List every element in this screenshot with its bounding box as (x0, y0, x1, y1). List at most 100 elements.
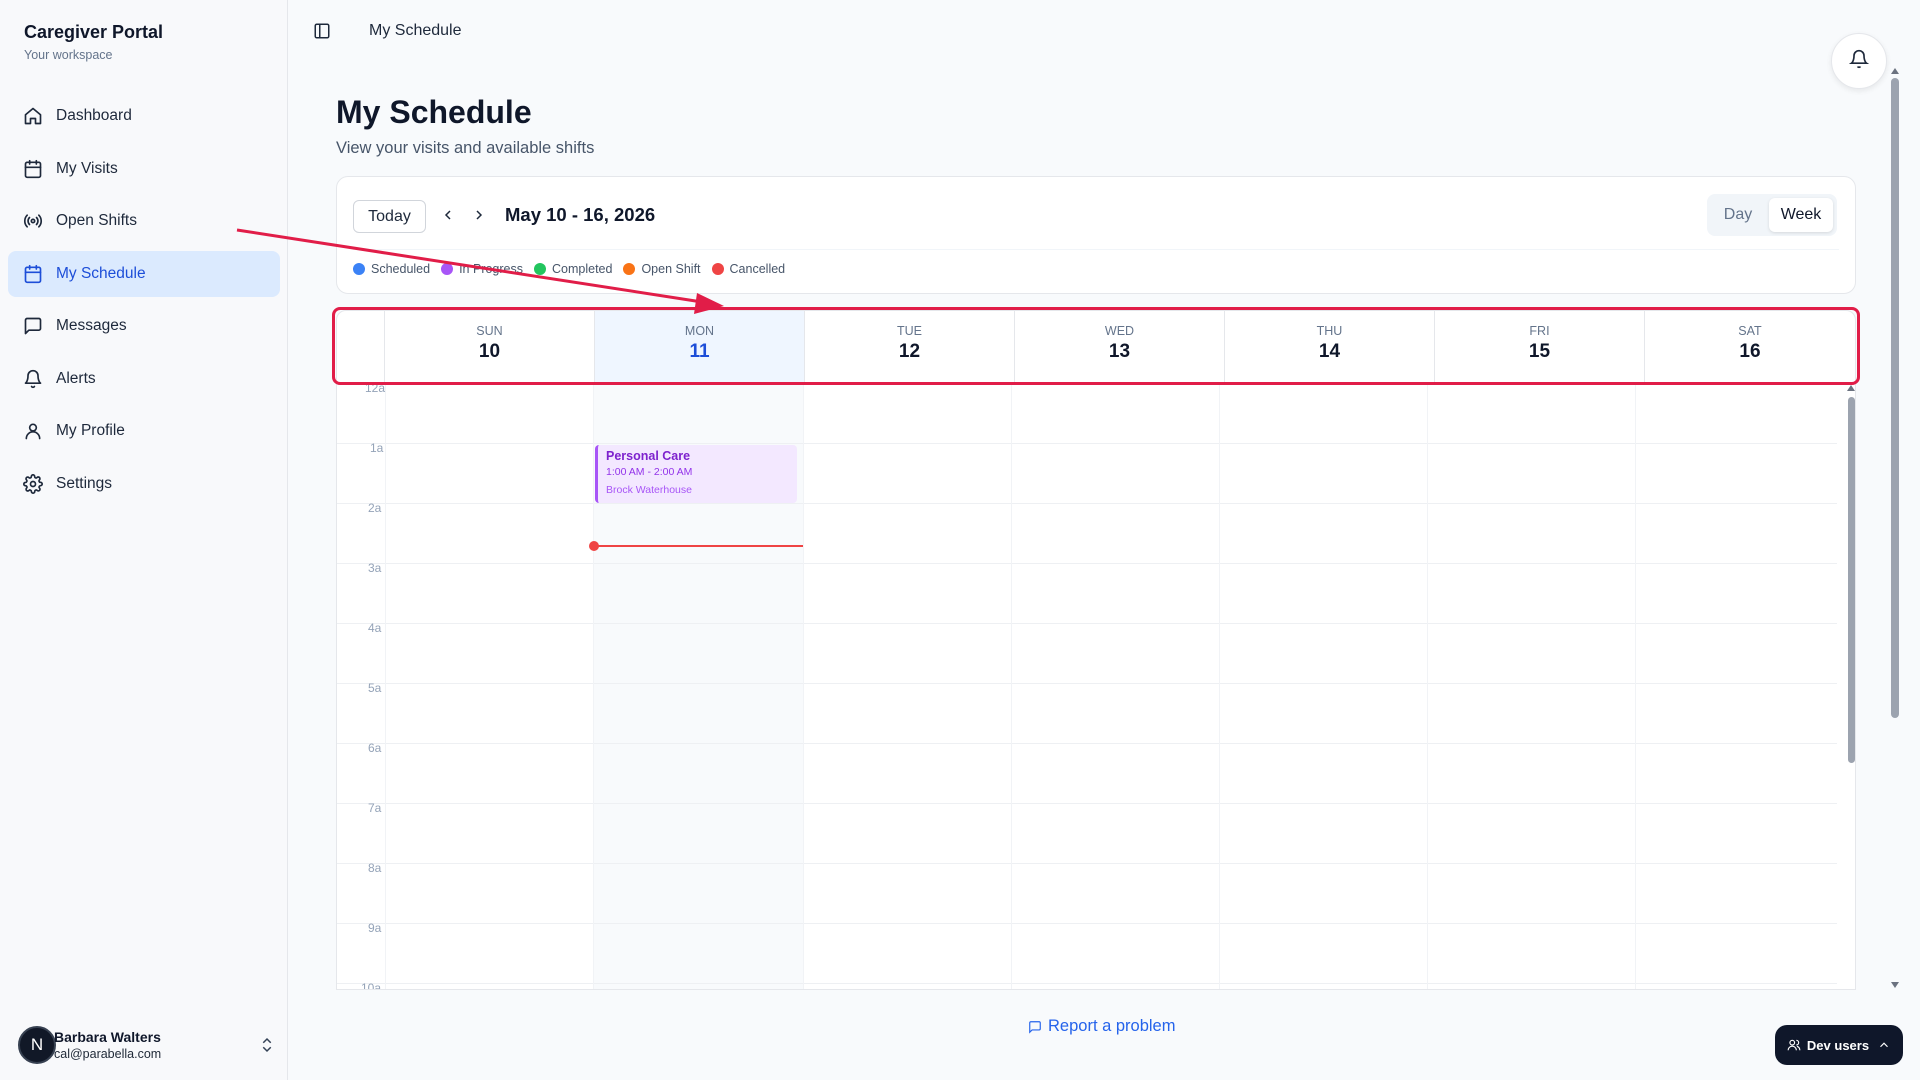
day-of-week: FRI (1529, 324, 1550, 338)
legend-item: Completed (534, 262, 612, 276)
legend-item: Scheduled (353, 262, 430, 276)
column-divider (385, 383, 386, 989)
today-button[interactable]: Today (353, 200, 426, 233)
hour-label: 10a (361, 981, 382, 990)
scroll-up-arrow[interactable] (1847, 385, 1855, 391)
page-subtitle: View your visits and available shifts (336, 139, 595, 157)
day-header-fri[interactable]: FRI 15 (1435, 311, 1645, 383)
brand-title: Caregiver Portal (24, 22, 164, 42)
user-menu[interactable]: N Barbara Walters cal@parabella.com (18, 1023, 276, 1067)
hour-label: 9a (368, 921, 382, 935)
chevron-left-icon (444, 210, 451, 220)
top-bar: My Schedule (289, 0, 1920, 64)
sidebar-item-messages[interactable]: Messages (8, 303, 280, 349)
day-of-week: TUE (897, 324, 922, 338)
hour-row: 4a (337, 621, 1837, 683)
event-title: Personal Care (606, 449, 691, 463)
hour-label: 5a (368, 681, 382, 695)
calendar-scrollbar[interactable] (1846, 383, 1855, 989)
gear-icon (22, 473, 44, 495)
column-divider (803, 383, 804, 989)
hour-row: 2a (337, 501, 1837, 563)
chevron-right-icon (476, 210, 483, 220)
notifications-button[interactable] (1831, 33, 1887, 89)
column-divider (1011, 383, 1012, 989)
day-number: 10 (478, 341, 501, 362)
legend-item: Open Shift (623, 262, 701, 276)
page-scrollbar[interactable] (1888, 64, 1902, 994)
calendar-grid[interactable]: 12a 1a 2a 3a 4a 5a 6a 7a 8a 9a 10a Perso… (337, 381, 1837, 990)
legend-item: In Progress (441, 262, 523, 276)
view-week-button[interactable]: Week (1769, 198, 1833, 232)
users-icon (1787, 1039, 1801, 1051)
scroll-up-arrow[interactable] (1891, 68, 1899, 74)
day-number: 16 (1739, 341, 1761, 362)
day-header-mon[interactable]: MON 11 (595, 311, 805, 383)
day-number: 11 (689, 341, 710, 362)
legend-label: Cancelled (729, 262, 786, 276)
breadcrumb: My Schedule (369, 22, 462, 39)
hour-row: 1a (337, 441, 1837, 503)
bell-icon (1848, 49, 1870, 74)
user-email: cal@parabella.com (54, 1047, 162, 1061)
status-legend: Scheduled In Progress Completed Open Shi… (353, 262, 796, 276)
report-problem-link[interactable]: Report a problem (1028, 1017, 1175, 1036)
scrollbar-thumb[interactable] (1891, 78, 1899, 718)
calendar-header: SUN 10 MON 11 TUE 12 WED 13 THU 14 FRI 15 SAT 1… (337, 311, 1855, 383)
hour-label: 8a (368, 861, 382, 875)
day-of-week: THU (1316, 324, 1343, 338)
scrollbar-thumb[interactable] (1848, 397, 1855, 763)
calendar-icon (22, 158, 44, 180)
calendar-event[interactable]: Personal Care 1:00 AM - 2:00 AM Brock Wa… (595, 445, 797, 503)
sidebar-item-label: My Visits (56, 159, 118, 177)
dev-users-button[interactable]: Dev users (1775, 1025, 1903, 1065)
sidebar-item-label: My Profile (56, 422, 125, 439)
chevron-up-icon (1880, 1042, 1888, 1048)
current-time-indicator (593, 545, 803, 547)
hour-label: 3a (368, 561, 382, 575)
sidebar-item-my-schedule[interactable]: My Schedule (8, 250, 280, 297)
day-header-thu[interactable]: THU 14 (1225, 311, 1435, 383)
legend-label: In Progress (459, 262, 523, 276)
time-gutter-header (337, 311, 385, 383)
next-week-button[interactable] (468, 204, 490, 226)
user-name: Barbara Walters (54, 1029, 161, 1045)
view-day-button[interactable]: Day (1711, 198, 1765, 232)
event-client: Brock Waterhouse (606, 484, 692, 496)
sidebar-item-my-profile[interactable]: My Profile (8, 408, 280, 454)
message-square-icon (1029, 1020, 1041, 1034)
week-calendar: SUN 10 MON 11 TUE 12 WED 13 THU 14 FRI 15 SAT 1… (336, 310, 1856, 990)
day-header-tue[interactable]: TUE 12 (805, 311, 1015, 383)
calendar-controls: Today May 10 - 16, 2026 Day Week Schedul… (336, 176, 1856, 294)
hour-row: 3a (337, 561, 1837, 623)
legend-label: Open Shift (641, 262, 701, 276)
sidebar: Caregiver Portal Your workspace Dashboar… (0, 0, 288, 1080)
prev-week-button[interactable] (437, 204, 459, 226)
column-divider (593, 383, 594, 989)
sidebar-item-my-visits[interactable]: My Visits (8, 146, 280, 192)
hour-row: 8a (337, 861, 1837, 923)
day-header-wed[interactable]: WED 13 (1015, 311, 1225, 383)
legend-item: Cancelled (711, 262, 786, 276)
sidebar-item-label: Open Shifts (56, 212, 137, 229)
hour-row: 9a (337, 921, 1837, 983)
broadcast-icon (22, 210, 44, 232)
day-number: 13 (1108, 341, 1131, 362)
sidebar-item-alerts[interactable]: Alerts (8, 356, 280, 402)
dev-users-label: Dev users (1806, 1037, 1870, 1053)
sidebar-toggle-icon[interactable] (313, 22, 333, 42)
sidebar-item-settings[interactable]: Settings (8, 461, 280, 507)
legend-dot (353, 263, 365, 275)
legend-dot (711, 263, 724, 275)
day-of-week: MON (684, 324, 715, 338)
day-of-week: SAT (1738, 324, 1762, 338)
column-divider (1635, 383, 1636, 989)
hour-label: 7a (368, 801, 382, 815)
legend-label: Completed (552, 262, 613, 276)
day-header-sat[interactable]: SAT 16 (1645, 311, 1855, 383)
day-header-sun[interactable]: SUN 10 (385, 311, 595, 383)
sidebar-item-open-shifts[interactable]: Open Shifts (8, 198, 280, 244)
scroll-down-arrow[interactable] (1891, 982, 1899, 988)
user-info: Barbara Walters cal@parabella.com (54, 1029, 161, 1061)
sidebar-item-dashboard[interactable]: Dashboard (8, 93, 280, 139)
